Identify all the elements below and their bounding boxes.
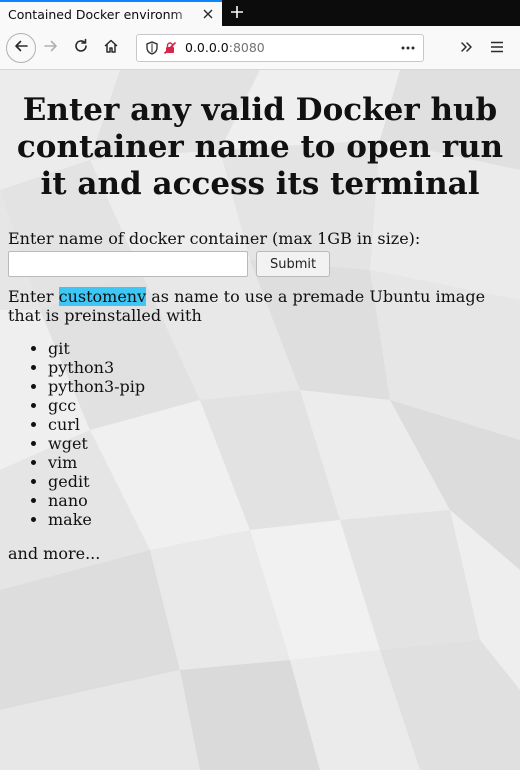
home-button[interactable] <box>96 33 126 63</box>
more-text: and more... <box>8 544 101 563</box>
browser-tab[interactable]: Contained Docker environm <box>0 0 222 26</box>
list-item: wget <box>48 434 512 453</box>
page-title: Enter any valid Docker hub container nam… <box>16 92 504 202</box>
url-bar[interactable]: 0.0.0.0:8080 <box>136 33 424 62</box>
list-item: curl <box>48 415 512 434</box>
home-icon <box>103 38 119 58</box>
list-item: gedit <box>48 472 512 491</box>
customenv-highlight: customenv <box>58 287 147 306</box>
tab-strip: Contained Docker environm <box>0 0 520 26</box>
list-item: make <box>48 510 512 529</box>
new-tab-button[interactable] <box>222 0 252 26</box>
tab-title: Contained Docker environm <box>8 6 183 22</box>
back-arrow-icon <box>13 38 29 58</box>
close-icon[interactable] <box>200 6 216 22</box>
list-item: git <box>48 339 512 358</box>
overflow-button[interactable] <box>452 33 482 63</box>
list-item: python3-pip <box>48 377 512 396</box>
submit-button[interactable]: Submit <box>256 251 331 277</box>
navigation-toolbar: 0.0.0.0:8080 <box>0 26 520 70</box>
forward-arrow-icon <box>43 38 59 58</box>
back-button[interactable] <box>6 32 36 63</box>
insecure-lock-icon[interactable] <box>161 39 179 57</box>
menu-button[interactable] <box>482 33 512 63</box>
main-content: Enter any valid Docker hub container nam… <box>0 92 520 563</box>
list-item: python3 <box>48 358 512 377</box>
forward-button[interactable] <box>36 33 66 63</box>
container-name-label: Enter name of docker container (max 1GB … <box>8 229 421 248</box>
page-viewport: Enter any valid Docker hub container nam… <box>0 70 520 770</box>
url-port: :8080 <box>228 40 265 55</box>
menu-icon <box>490 38 504 57</box>
plus-icon <box>230 4 244 23</box>
desc-before: Enter <box>8 287 59 306</box>
shield-icon[interactable] <box>143 39 161 57</box>
list-item: gcc <box>48 396 512 415</box>
url-host: 0.0.0.0 <box>185 40 229 55</box>
overflow-chevron-icon <box>460 38 474 57</box>
reload-button[interactable] <box>66 33 96 63</box>
container-form: Submit <box>8 251 512 277</box>
reload-icon <box>73 38 89 58</box>
url-text[interactable]: 0.0.0.0:8080 <box>185 40 399 55</box>
list-item: vim <box>48 453 512 472</box>
more-actions-icon[interactable] <box>399 39 417 57</box>
package-list: git python3 python3-pip gcc curl wget vi… <box>8 339 512 529</box>
list-item: nano <box>48 491 512 510</box>
description-text: Enter customenv as name to use a premade… <box>8 287 512 325</box>
container-name-input[interactable] <box>8 251 248 277</box>
